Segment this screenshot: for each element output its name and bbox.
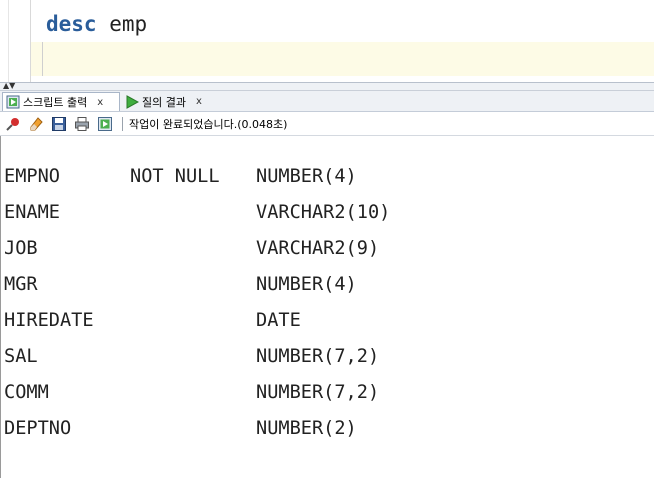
output-left-border xyxy=(0,136,1,478)
script-output-panel[interactable]: --------- -------- ------------ EMPNO NOT… xyxy=(0,136,654,478)
save-button[interactable] xyxy=(49,114,69,134)
tab-query-result[interactable]: 질의 결과 x xyxy=(122,92,222,111)
script-icon xyxy=(98,116,112,131)
save-icon xyxy=(52,116,66,131)
data-type-cell: NUMBER(7,2) xyxy=(256,346,380,367)
print-icon xyxy=(75,116,89,131)
column-divider: --------- -------- ------------ xyxy=(4,136,351,143)
column-name-cell: EMPNO xyxy=(4,166,60,187)
column-name-cell: JOB xyxy=(4,238,38,259)
pin-icon xyxy=(6,117,19,131)
editor-gutter xyxy=(0,0,31,82)
null-constraint-cell: NOT NULL xyxy=(130,166,220,187)
panel-splitter[interactable]: ▲▼ xyxy=(0,82,654,91)
clear-button[interactable] xyxy=(26,114,46,134)
data-type-cell: NUMBER(4) xyxy=(256,166,357,187)
close-icon[interactable]: x xyxy=(97,97,103,108)
column-name-cell: HIREDATE xyxy=(4,310,94,331)
sql-argument: emp xyxy=(96,12,148,36)
editor-text-area[interactable]: desc emp xyxy=(31,0,654,82)
eraser-icon xyxy=(30,116,43,130)
data-type-cell: NUMBER(4) xyxy=(256,274,357,295)
print-button[interactable] xyxy=(72,114,92,134)
data-type-cell: NUMBER(2) xyxy=(256,418,357,439)
run-icon xyxy=(126,94,139,109)
status-message: 작업이 완료되었습니다.(0.048초) xyxy=(129,117,288,131)
splitter-arrows-icon[interactable]: ▲▼ xyxy=(3,82,15,90)
run-script-button[interactable] xyxy=(95,114,115,134)
output-tab-bar: 스크립트 출력 x 질의 결과 x xyxy=(0,91,654,112)
column-name-cell: ENAME xyxy=(4,202,60,223)
gutter-line xyxy=(8,0,9,82)
column-name-cell: COMM xyxy=(4,382,49,403)
column-name-cell: MGR xyxy=(4,274,38,295)
sql-keyword: desc xyxy=(46,12,97,36)
toolbar-separator xyxy=(122,116,123,131)
tab-script-output[interactable]: 스크립트 출력 x xyxy=(2,92,120,111)
data-type-cell: VARCHAR2(9) xyxy=(256,238,380,259)
data-type-cell: DATE xyxy=(256,310,301,331)
close-icon[interactable]: x xyxy=(196,96,202,107)
edge-marker xyxy=(42,42,43,76)
code-line[interactable]: desc emp xyxy=(46,10,147,38)
current-line-highlight xyxy=(31,42,654,76)
column-name-cell: SAL xyxy=(4,346,38,367)
data-type-cell: VARCHAR2(10) xyxy=(256,202,391,223)
column-name-cell: DEPTNO xyxy=(4,418,72,439)
output-toolbar: 작업이 완료되었습니다.(0.048초) xyxy=(0,112,654,136)
sql-editor[interactable]: desc emp xyxy=(0,0,654,82)
pin-button[interactable] xyxy=(3,114,23,134)
tab-label: 질의 결과 xyxy=(142,95,186,109)
data-type-cell: NUMBER(7,2) xyxy=(256,382,380,403)
tab-label: 스크립트 출력 xyxy=(23,96,88,109)
script-output-icon xyxy=(6,95,20,109)
